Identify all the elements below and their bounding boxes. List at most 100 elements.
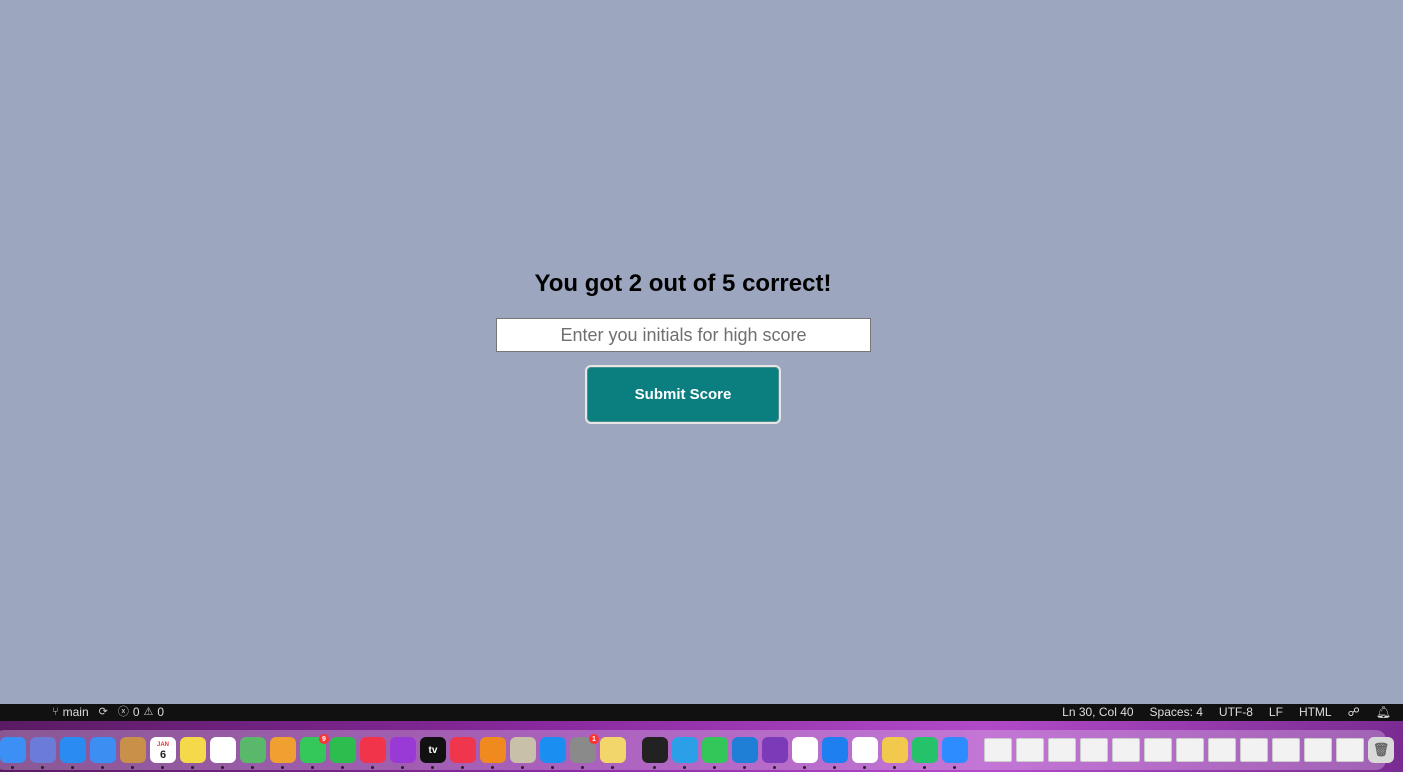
git-branch[interactable]: ⑂ main bbox=[52, 704, 89, 721]
running-indicator bbox=[551, 766, 554, 769]
error-icon: ⓧ bbox=[117, 706, 129, 718]
books-icon[interactable] bbox=[480, 737, 506, 769]
running-indicator bbox=[893, 766, 896, 769]
minimized-window-thumbnail[interactable] bbox=[1048, 738, 1076, 762]
minimized-window-thumbnail[interactable] bbox=[1208, 738, 1236, 762]
language-mode[interactable]: HTML bbox=[1299, 704, 1332, 721]
bluetooth-icon[interactable] bbox=[822, 737, 848, 769]
chrome-icon[interactable] bbox=[852, 737, 878, 769]
minimized-window-thumbnail[interactable] bbox=[1272, 738, 1300, 762]
initials-input[interactable] bbox=[496, 318, 871, 352]
running-indicator bbox=[71, 766, 74, 769]
running-indicator bbox=[521, 766, 524, 769]
running-indicator bbox=[953, 766, 956, 769]
running-indicator bbox=[191, 766, 194, 769]
podcasts-icon[interactable] bbox=[390, 737, 416, 769]
problems-indicator[interactable]: ⓧ 0 ⚠ 0 bbox=[118, 704, 164, 721]
find-my-icon[interactable] bbox=[702, 737, 728, 769]
dock: JAN 6 9 tv 1 🗑︎ bbox=[0, 730, 1394, 770]
running-indicator bbox=[743, 766, 746, 769]
minimized-window-thumbnail[interactable] bbox=[984, 738, 1012, 762]
photos-icon[interactable] bbox=[270, 737, 296, 769]
branch-label: main bbox=[62, 705, 89, 719]
submit-score-button[interactable]: Submit Score bbox=[585, 365, 781, 424]
running-indicator bbox=[581, 766, 584, 769]
minimized-window-thumbnail[interactable] bbox=[1080, 738, 1108, 762]
line-endings[interactable]: LF bbox=[1269, 704, 1283, 721]
running-indicator bbox=[281, 766, 284, 769]
warning-count: 0 bbox=[157, 705, 165, 719]
indentation[interactable]: Spaces: 4 bbox=[1150, 704, 1203, 721]
running-indicator bbox=[491, 766, 494, 769]
minimized-window-thumbnail[interactable] bbox=[1176, 738, 1204, 762]
music-icon[interactable] bbox=[360, 737, 386, 769]
running-indicator bbox=[431, 766, 434, 769]
git-branch-icon: ⑂ bbox=[52, 706, 59, 718]
news-icon[interactable] bbox=[450, 737, 476, 769]
finder-icon[interactable] bbox=[0, 737, 26, 769]
running-indicator bbox=[683, 766, 686, 769]
minimized-window-thumbnail[interactable] bbox=[1336, 738, 1364, 762]
zoom-icon[interactable] bbox=[942, 737, 968, 769]
running-indicator bbox=[803, 766, 806, 769]
running-indicator bbox=[251, 766, 254, 769]
minimized-window-thumbnail[interactable] bbox=[1016, 738, 1044, 762]
running-indicator bbox=[341, 766, 344, 769]
running-indicator bbox=[41, 766, 44, 769]
launchpad-icon[interactable] bbox=[30, 737, 56, 769]
warning-icon: ⚠ bbox=[143, 706, 154, 718]
running-indicator bbox=[101, 766, 104, 769]
minimized-window-thumbnail[interactable] bbox=[1240, 738, 1268, 762]
encoding[interactable]: UTF-8 bbox=[1219, 704, 1253, 721]
running-indicator bbox=[161, 766, 164, 769]
app-store-icon[interactable] bbox=[540, 737, 566, 769]
running-indicator bbox=[611, 766, 614, 769]
chrome-app-icon[interactable] bbox=[912, 737, 938, 769]
slack-icon[interactable] bbox=[792, 737, 818, 769]
error-count: 0 bbox=[132, 705, 140, 719]
sync-button[interactable]: ⟳ bbox=[99, 704, 108, 721]
reminders-icon[interactable] bbox=[210, 737, 236, 769]
status-bar: ⑂ main ⟳ ⓧ 0 ⚠ 0 Ln 30, Col 40 Spaces: 4… bbox=[0, 704, 1403, 721]
xcode-tools-icon[interactable] bbox=[882, 737, 908, 769]
safari-icon[interactable] bbox=[60, 737, 86, 769]
screen-sharing-icon[interactable] bbox=[672, 737, 698, 769]
badge: 1 bbox=[589, 734, 599, 744]
running-indicator bbox=[401, 766, 404, 769]
running-indicator bbox=[311, 766, 314, 769]
running-indicator bbox=[371, 766, 374, 769]
running-indicator bbox=[131, 766, 134, 769]
score-heading: You got 2 out of 5 correct! bbox=[534, 270, 832, 297]
running-indicator bbox=[833, 766, 836, 769]
notifications-bell-icon[interactable]: 🔔︎ bbox=[1376, 704, 1391, 721]
tv-icon[interactable]: tv bbox=[420, 737, 446, 769]
minimized-window-thumbnail[interactable] bbox=[1144, 738, 1172, 762]
cursor-position[interactable]: Ln 30, Col 40 bbox=[1062, 704, 1133, 721]
sync-icon: ⟳ bbox=[98, 706, 108, 718]
terminal-icon[interactable] bbox=[642, 737, 668, 769]
facetime-icon[interactable] bbox=[330, 737, 356, 769]
badge: 9 bbox=[319, 734, 329, 744]
contacts-icon[interactable] bbox=[120, 737, 146, 769]
messages-icon[interactable]: 9 bbox=[300, 734, 329, 769]
running-indicator bbox=[863, 766, 866, 769]
running-indicator bbox=[923, 766, 926, 769]
minimized-window-thumbnail[interactable] bbox=[1304, 738, 1332, 762]
system-settings-icon[interactable]: 1 bbox=[570, 734, 599, 769]
running-indicator bbox=[221, 766, 224, 769]
pencil-icon[interactable] bbox=[510, 737, 536, 769]
stickies-icon[interactable] bbox=[600, 737, 626, 769]
github-desktop-icon[interactable] bbox=[762, 737, 788, 769]
feedback-icon[interactable]: ☍ bbox=[1348, 704, 1360, 721]
calendar-icon[interactable]: JAN 6 bbox=[150, 737, 176, 769]
trash-icon[interactable]: 🗑︎ bbox=[1368, 737, 1394, 763]
mail-icon[interactable] bbox=[90, 737, 116, 769]
running-indicator bbox=[461, 766, 464, 769]
maps-icon[interactable] bbox=[240, 737, 266, 769]
running-indicator bbox=[773, 766, 776, 769]
notes-icon[interactable] bbox=[180, 737, 206, 769]
running-indicator bbox=[713, 766, 716, 769]
vscode-icon[interactable] bbox=[732, 737, 758, 769]
minimized-window-thumbnail[interactable] bbox=[1112, 738, 1140, 762]
running-indicator bbox=[653, 766, 656, 769]
